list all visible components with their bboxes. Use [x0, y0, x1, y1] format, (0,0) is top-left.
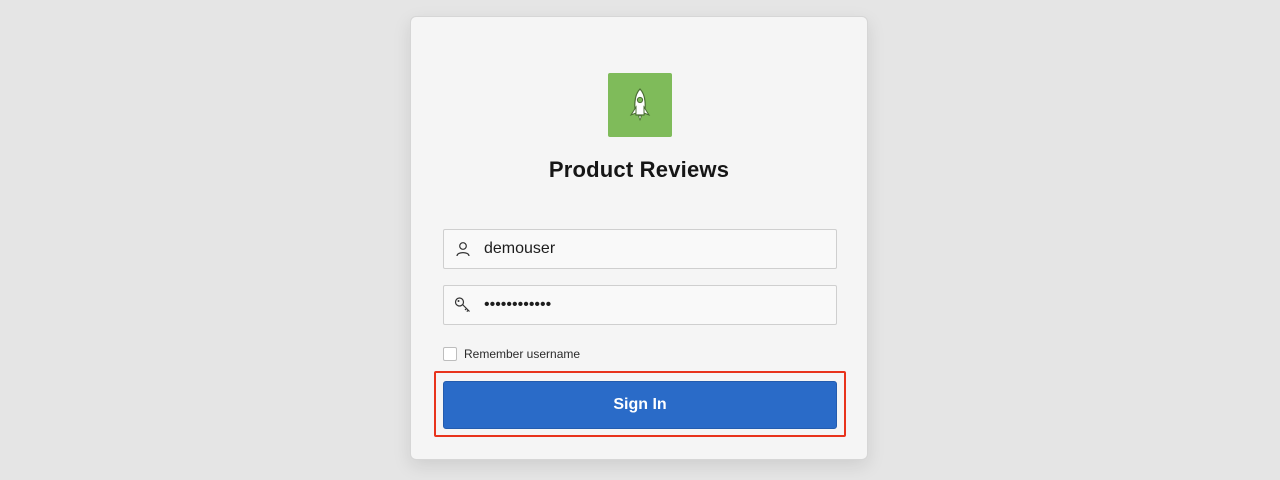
rocket-icon [629, 88, 651, 122]
app-title: Product Reviews [548, 157, 730, 182]
sign-in-button[interactable]: Sign In [443, 381, 837, 429]
password-field[interactable] [443, 285, 837, 325]
username-field[interactable] [443, 229, 837, 269]
key-icon [444, 286, 482, 324]
user-icon [444, 230, 482, 268]
login-card: Product Reviews Remember username Sign I… [410, 16, 868, 460]
remember-username-row[interactable]: Remember username [443, 345, 580, 363]
app-logo [608, 73, 672, 137]
password-input[interactable] [482, 287, 824, 323]
remember-username-label[interactable]: Remember username [464, 347, 580, 361]
remember-username-checkbox[interactable] [443, 347, 457, 361]
username-input[interactable] [482, 231, 824, 267]
